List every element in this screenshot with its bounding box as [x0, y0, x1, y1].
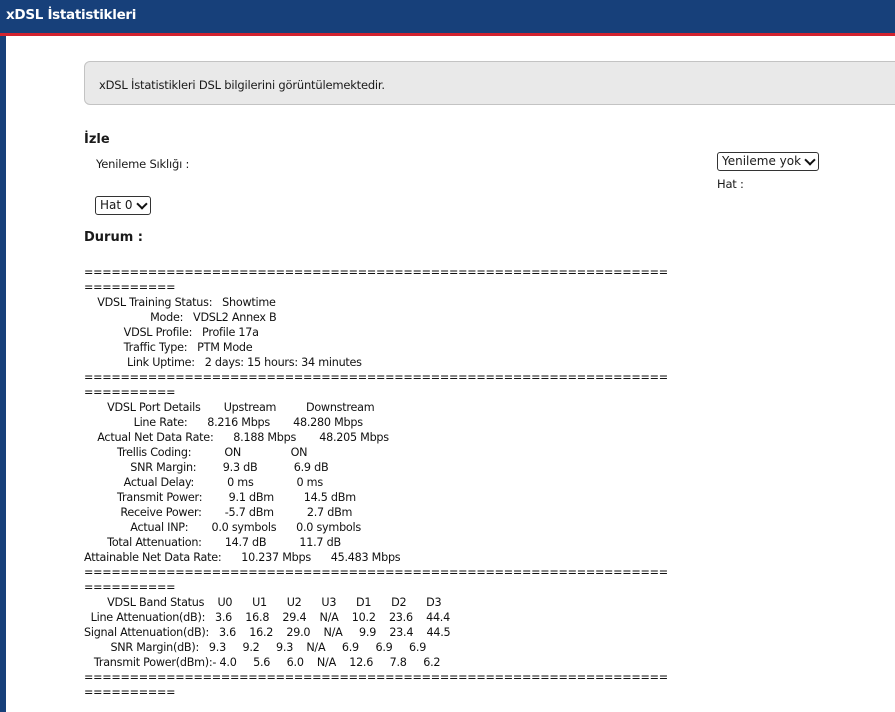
header-accent-line [0, 33, 895, 36]
monitor-section-title: İzle [84, 132, 110, 147]
line-label: Hat : [717, 177, 744, 191]
line-select-value: Hat 0 [100, 198, 133, 212]
dsl-status-output: ========================================… [84, 266, 668, 699]
refresh-frequency-select[interactable]: Yenileme yok [717, 152, 819, 171]
chevron-down-icon [136, 198, 148, 210]
status-section-title: Durum : [84, 230, 143, 245]
left-edge-strip [0, 36, 6, 712]
refresh-frequency-value: Yenileme yok [722, 154, 802, 168]
info-text: xDSL İstatistikleri DSL bilgilerini görü… [99, 78, 385, 92]
page-title: xDSL İstatistikleri [6, 7, 137, 23]
line-select[interactable]: Hat 0 [95, 196, 151, 215]
top-header-bar: xDSL İstatistikleri [0, 0, 895, 33]
chevron-down-icon [804, 154, 816, 166]
info-banner: xDSL İstatistikleri DSL bilgilerini görü… [84, 61, 895, 105]
refresh-frequency-label: Yenileme Sıklığı : [96, 157, 190, 171]
